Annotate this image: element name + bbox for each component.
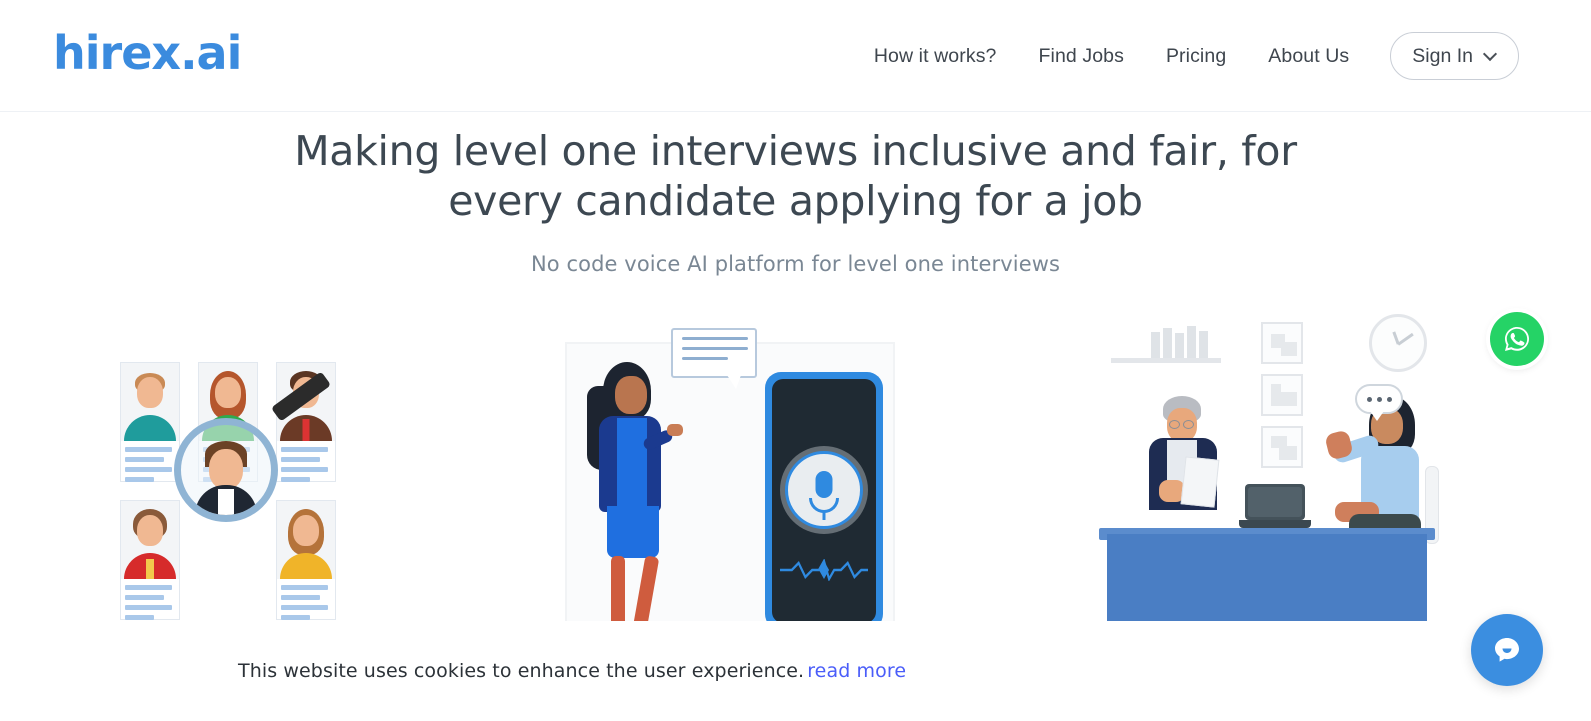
chat-dots-icon [1355,384,1404,421]
wall-frame [1261,374,1304,416]
sign-in-button[interactable]: Sign In [1390,32,1519,80]
sign-in-label: Sign In [1412,44,1473,67]
main-navigation: How it works? Find Jobs Pricing About Us… [853,0,1519,112]
whatsapp-button[interactable] [1490,312,1544,366]
interviewer-figure [1141,396,1227,536]
site-logo[interactable]: hirex.ai [53,30,242,76]
cookie-message-text: This website uses cookies to enhance the… [238,660,805,682]
voice-waveform-icon [780,559,869,581]
wall-frame [1261,426,1304,468]
chevron-down-icon [1484,48,1497,61]
wall-clock-icon [1369,314,1428,372]
resume-card [119,362,180,482]
whatsapp-icon [1505,327,1529,351]
wall-shelf [1111,358,1222,363]
page-title: Making level one interviews inclusive an… [294,127,1297,226]
site-header: hirex.ai How it works? Find Jobs Pricing… [0,0,1591,112]
chat-bubble-icon [1495,638,1519,662]
resume-card [119,500,180,620]
desk-front [1107,534,1428,630]
cookie-read-more-link[interactable]: read more [807,660,906,682]
woman-figure [585,360,705,630]
page-root: hirex.ai How it works? Find Jobs Pricing… [0,0,1591,721]
nav-item-about-us[interactable]: About Us [1247,45,1370,68]
page-subtitle: No code voice AI platform for level one … [530,252,1061,277]
chat-widget-button[interactable] [1471,614,1543,686]
hero-section: Making level one interviews inclusive an… [0,112,1591,276]
microphone-icon [785,451,864,529]
cookie-consent-banner: This website uses cookies to enhance the… [0,621,1591,721]
illustration-row [0,300,1591,630]
phone-device [765,372,884,630]
speech-bubble-icon [671,328,758,389]
interview-meeting-illustration [1089,300,1459,630]
nav-item-pricing[interactable]: Pricing [1145,45,1247,68]
candidate-screening-illustration [102,300,362,630]
voice-interview-illustration [545,300,905,630]
wall-frame [1261,322,1304,364]
laptop-icon [1239,484,1312,530]
magnifier-icon [173,418,278,522]
nav-item-find-jobs[interactable]: Find Jobs [1018,45,1145,68]
resume-card [275,500,336,620]
nav-item-how-it-works[interactable]: How it works? [853,45,1018,68]
cookie-message: This website uses cookies to enhance the… [238,660,906,682]
